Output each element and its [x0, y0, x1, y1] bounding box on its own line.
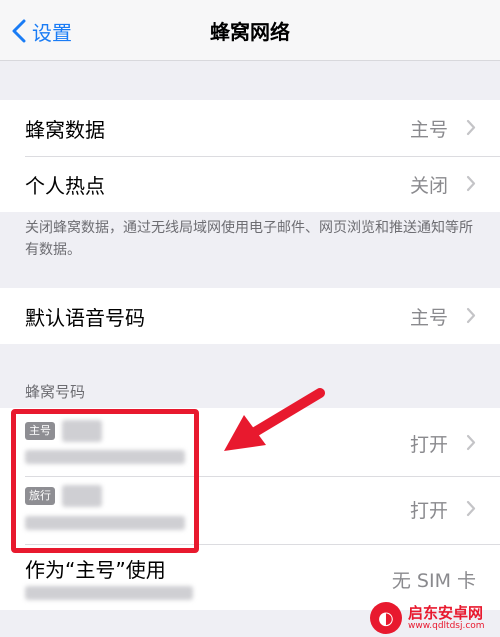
hotspot-row[interactable]: 个人热点 关闭: [0, 156, 500, 212]
use-as-primary-label: 作为“主号”使用: [25, 558, 166, 582]
watermark-url: www.qdltdsj.com: [408, 621, 485, 631]
navigation-bar: 设置 蜂窝网络: [0, 0, 500, 61]
chevron-right-icon: [466, 434, 476, 451]
use-as-primary-value: 无 SIM 卡: [391, 570, 476, 592]
watermark-text: 启东安卓网: [408, 604, 484, 622]
sim-section-header: 蜂窝号码: [25, 383, 86, 401]
voice-group: 默认语音号码 主号: [0, 288, 500, 344]
cellular-data-value: 主号: [409, 119, 448, 141]
hotspot-label: 个人热点: [25, 174, 105, 198]
chevron-right-icon: [466, 307, 476, 324]
hotspot-value: 关闭: [409, 175, 448, 197]
cellular-data-row[interactable]: 蜂窝数据 主号: [0, 100, 500, 156]
sim-status: 打开: [409, 434, 448, 456]
annotation-arrow-icon: [224, 388, 325, 451]
cellular-footer-note: 关闭蜂窝数据，通过无线局域网使用电子邮件、网页浏览和推送通知等所有数据。: [25, 220, 473, 258]
highlight-box: [11, 409, 199, 553]
chevron-right-icon: [466, 500, 476, 517]
chevron-right-icon: [466, 175, 476, 192]
cellular-group: 蜂窝数据 主号 个人热点 关闭: [0, 100, 500, 212]
sim-status: 打开: [409, 500, 448, 522]
cellular-data-label: 蜂窝数据: [25, 118, 105, 142]
default-voice-value: 主号: [409, 307, 448, 329]
redacted-number: [25, 586, 193, 600]
page-title: 蜂窝网络: [210, 20, 290, 44]
watermark: ◐ 启东安卓网 www.qdltdsj.com: [370, 599, 500, 637]
default-voice-row[interactable]: 默认语音号码 主号: [0, 288, 500, 344]
watermark-logo-icon: ◐: [370, 602, 402, 634]
chevron-right-icon: [466, 119, 476, 136]
default-voice-label: 默认语音号码: [25, 306, 145, 330]
